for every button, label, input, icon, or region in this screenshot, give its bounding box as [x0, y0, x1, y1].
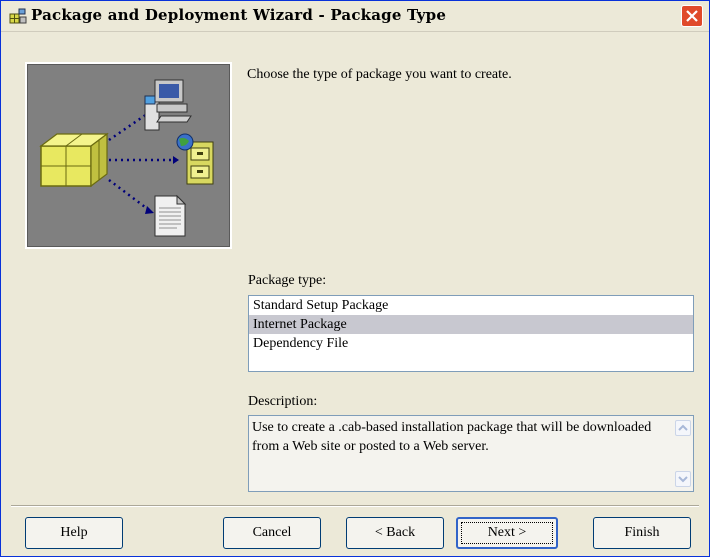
list-item-internet-package[interactable]: Internet Package: [249, 315, 693, 334]
wizard-window: Package and Deployment Wizard - Package …: [0, 0, 710, 557]
help-button[interactable]: Help: [25, 517, 123, 549]
description-scrollbar[interactable]: [673, 416, 693, 491]
back-button[interactable]: < Back: [346, 517, 444, 549]
help-button-label: Help: [60, 525, 88, 540]
scroll-down-button[interactable]: [675, 471, 691, 487]
close-button[interactable]: [681, 5, 703, 27]
title-bar[interactable]: Package and Deployment Wizard - Package …: [1, 1, 709, 32]
next-button-label: Next >: [487, 525, 527, 540]
cancel-button-label: Cancel: [252, 525, 292, 540]
instruction-text: Choose the type of package you want to c…: [247, 67, 512, 82]
package-type-label: Package type:: [248, 273, 327, 288]
description-text: Use to create a .cab-based installation …: [252, 420, 652, 454]
footer-separator: [11, 505, 699, 507]
web-server-icon: [176, 133, 214, 185]
document-icon: [154, 194, 187, 237]
package-app-icon: [9, 8, 27, 24]
close-icon: [686, 10, 698, 22]
list-item-dependency-file[interactable]: Dependency File: [249, 334, 693, 353]
next-button[interactable]: Next >: [456, 517, 558, 549]
window-title: Package and Deployment Wizard - Package …: [31, 6, 447, 24]
finish-button[interactable]: Finish: [593, 517, 691, 549]
computer-icon: [144, 79, 192, 131]
back-button-label: < Back: [374, 525, 416, 540]
wizard-illustration: [25, 62, 232, 249]
package-box-icon: [39, 132, 109, 188]
description-box: Use to create a .cab-based installation …: [248, 415, 694, 492]
list-item-standard-setup-package[interactable]: Standard Setup Package: [249, 296, 693, 315]
finish-button-label: Finish: [624, 525, 660, 540]
chevron-up-icon: [678, 424, 688, 431]
description-label: Description:: [248, 394, 318, 409]
scroll-up-button[interactable]: [675, 420, 691, 436]
package-type-listbox[interactable]: Standard Setup Package Internet Package …: [248, 295, 694, 372]
chevron-down-icon: [678, 476, 688, 483]
cancel-button[interactable]: Cancel: [223, 517, 321, 549]
